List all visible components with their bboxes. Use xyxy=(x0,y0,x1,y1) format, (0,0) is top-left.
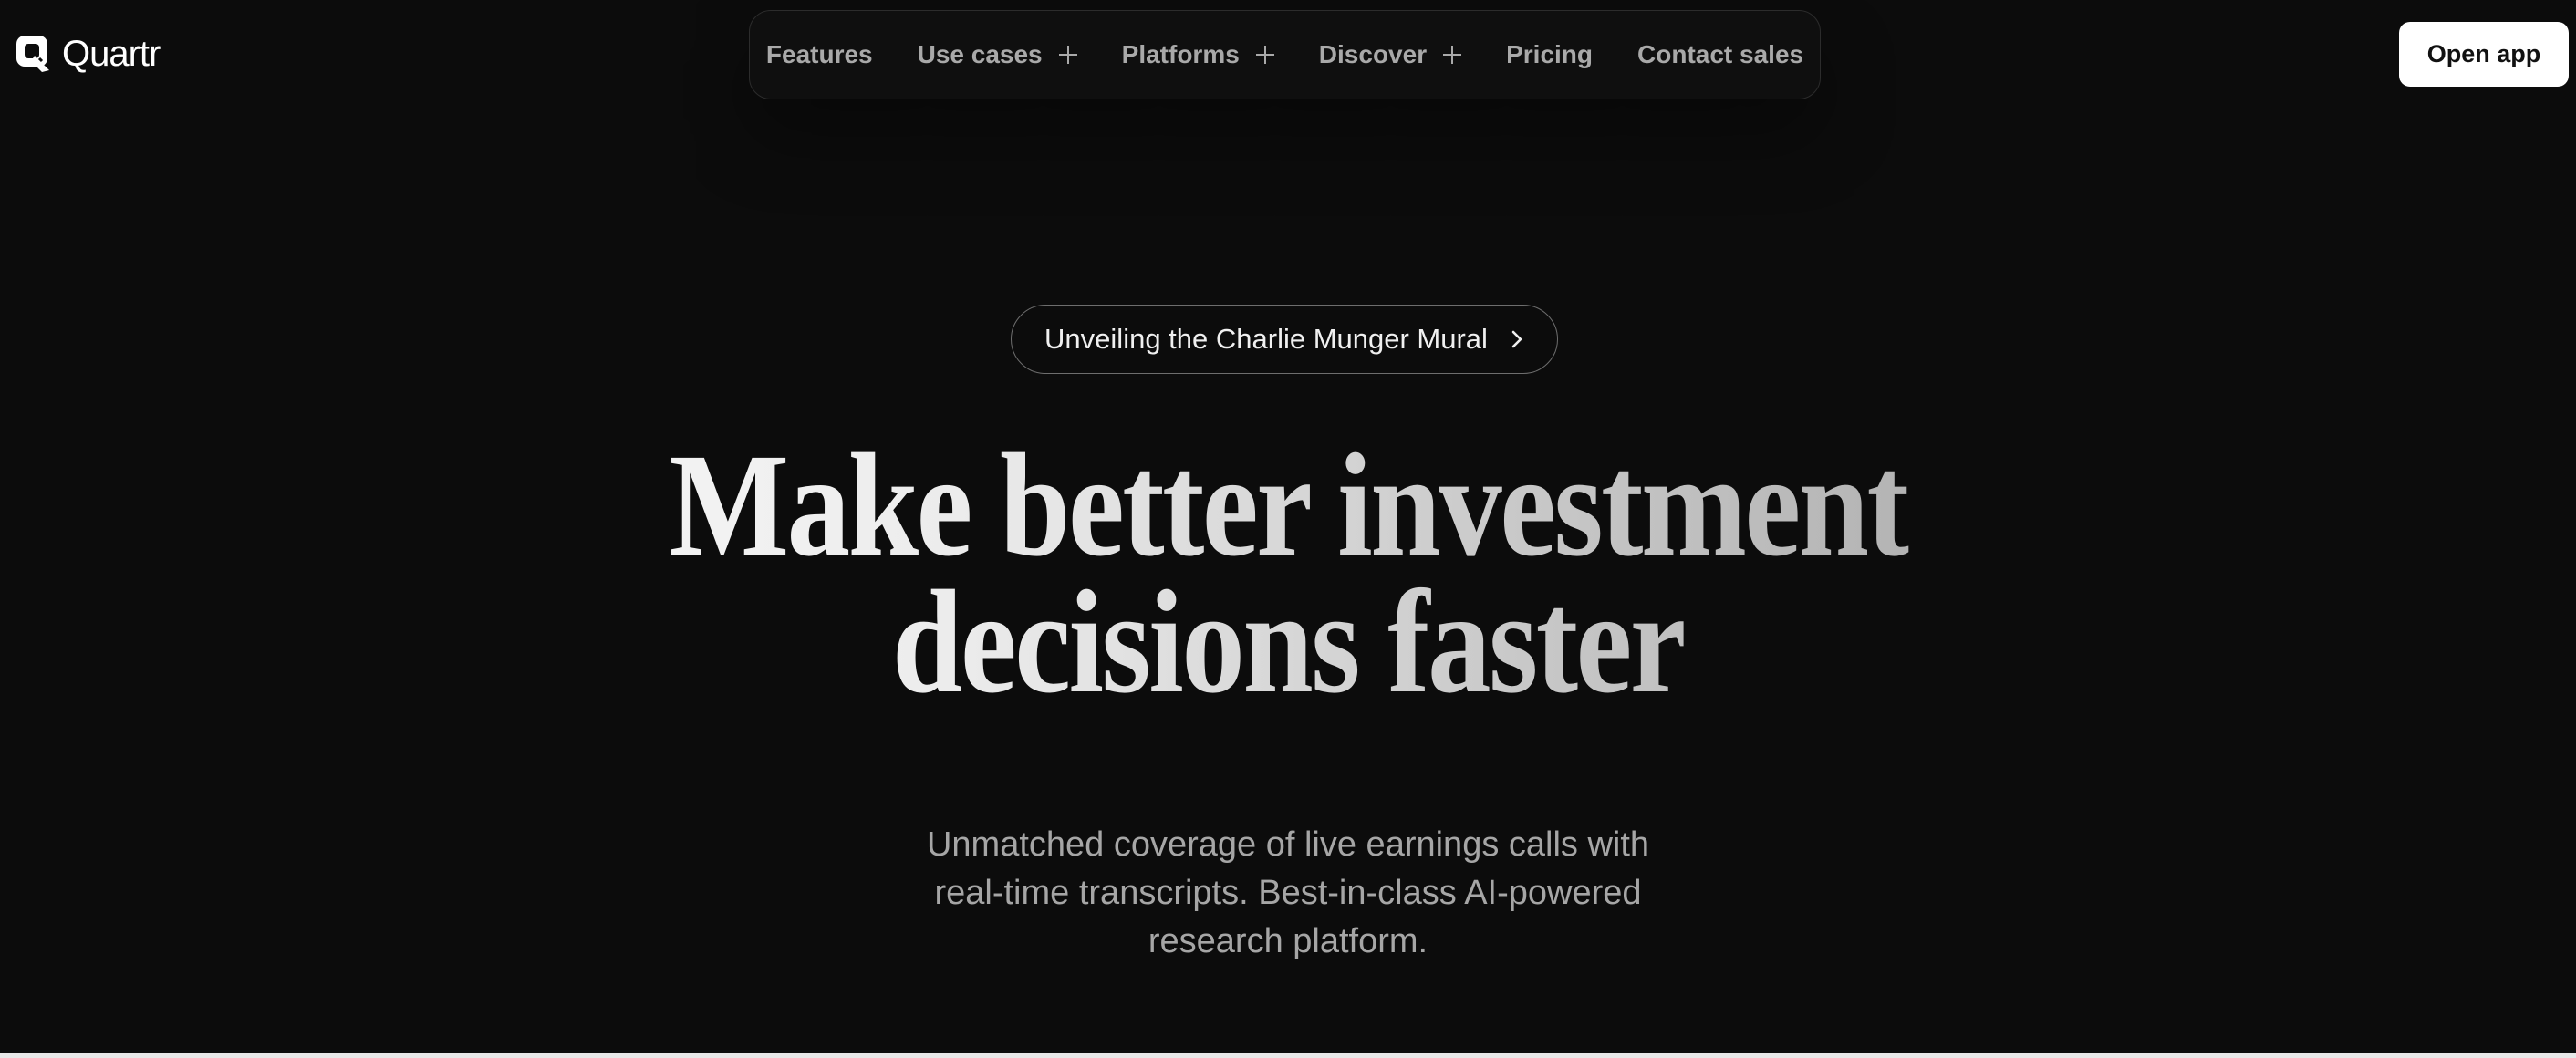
headline-line-2: decisions faster xyxy=(891,561,1685,724)
plus-icon xyxy=(1443,46,1462,64)
announcement-text: Unveiling the Charlie Munger Mural xyxy=(1044,323,1488,355)
nav-item-label: Platforms xyxy=(1121,40,1240,68)
nav-item-contact-sales[interactable]: Contact sales xyxy=(1637,40,1803,69)
plus-icon xyxy=(1058,46,1077,64)
nav-item-label: Features xyxy=(765,40,873,68)
plus-icon xyxy=(1255,46,1274,64)
nav-item-pricing[interactable]: Pricing xyxy=(1506,40,1593,69)
content-edge xyxy=(0,1053,2576,1058)
headline-line-1: Make better investment xyxy=(669,424,1907,587)
nav-item-label: Contact sales xyxy=(1637,40,1804,68)
main-nav: Features Use cases Platforms Discover Pr… xyxy=(749,10,1821,99)
brand-name: Quartr xyxy=(62,33,161,74)
quartr-logo-icon xyxy=(16,36,49,72)
nav-item-features[interactable]: Features xyxy=(766,40,873,69)
hero-headline: Make better investment decisions faster xyxy=(181,438,2396,711)
announcement-pill[interactable]: Unveiling the Charlie Munger Mural xyxy=(1011,305,1558,374)
nav-item-use-cases[interactable]: Use cases xyxy=(918,40,1077,69)
nav-item-platforms[interactable]: Platforms xyxy=(1122,40,1274,69)
page: Quartr Features Use cases Platforms Disc… xyxy=(0,0,2576,1058)
quartr-logo[interactable]: Quartr xyxy=(15,33,161,75)
nav-item-discover[interactable]: Discover xyxy=(1318,40,1462,69)
chevron-right-icon xyxy=(1511,330,1522,348)
open-app-button[interactable]: Open app xyxy=(2399,22,2569,87)
nav-item-label: Discover xyxy=(1318,40,1428,68)
nav-item-label: Use cases xyxy=(917,40,1043,68)
hero-subtitle: Unmatched coverage of live earnings call… xyxy=(926,825,1650,960)
nav-item-label: Pricing xyxy=(1506,40,1594,68)
